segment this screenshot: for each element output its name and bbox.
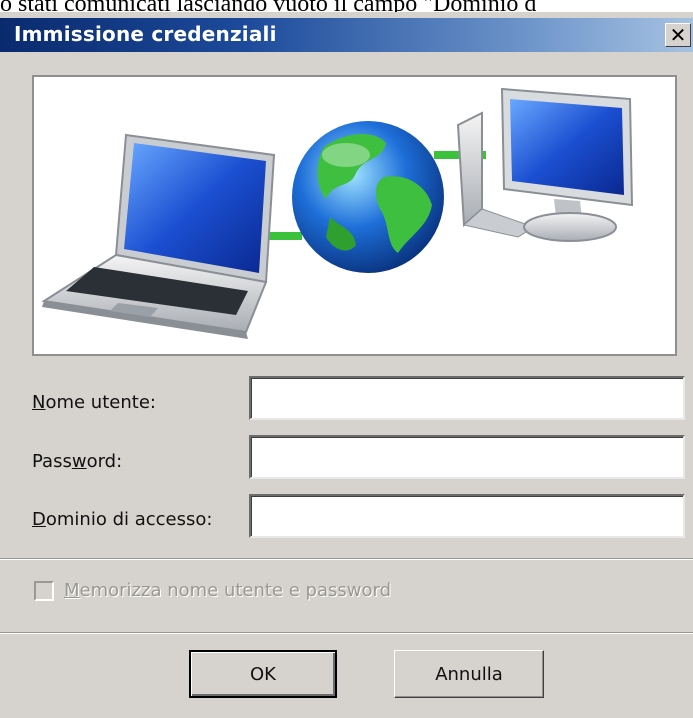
network-illustration — [32, 75, 677, 356]
laptop-icon — [41, 133, 276, 339]
password-input[interactable] — [249, 435, 685, 479]
logon-domain-label: Dominio di accesso: — [32, 509, 213, 530]
username-label: Nome utente: — [32, 392, 156, 413]
dialog-titlebar[interactable]: Immissione credenziali ✕ — [0, 18, 693, 52]
close-icon: ✕ — [669, 23, 687, 47]
remember-credentials-label: Memorizza nome utente e password — [64, 580, 392, 601]
background-document-text: o stati comunicati lasciando vuoto il ca… — [0, 0, 693, 12]
remember-credentials-checkbox[interactable] — [34, 580, 54, 601]
credentials-dialog: Immissione credenziali ✕ Nome utente: Pa… — [0, 12, 693, 718]
dialog-title: Immissione credenziali — [14, 22, 277, 46]
network-illustration-graphic — [41, 87, 634, 339]
logon-domain-input[interactable] — [249, 494, 685, 538]
separator — [0, 632, 693, 634]
username-input[interactable] — [249, 376, 685, 420]
close-button[interactable]: ✕ — [665, 23, 691, 47]
globe-icon — [292, 121, 444, 273]
separator — [0, 558, 693, 560]
remember-credentials-row: Memorizza nome utente e password — [34, 580, 391, 601]
cancel-button[interactable]: Annulla — [394, 650, 544, 698]
desktop-computer-icon — [456, 87, 634, 242]
password-label: Password: — [32, 451, 123, 472]
ok-button[interactable]: OK — [189, 650, 337, 698]
